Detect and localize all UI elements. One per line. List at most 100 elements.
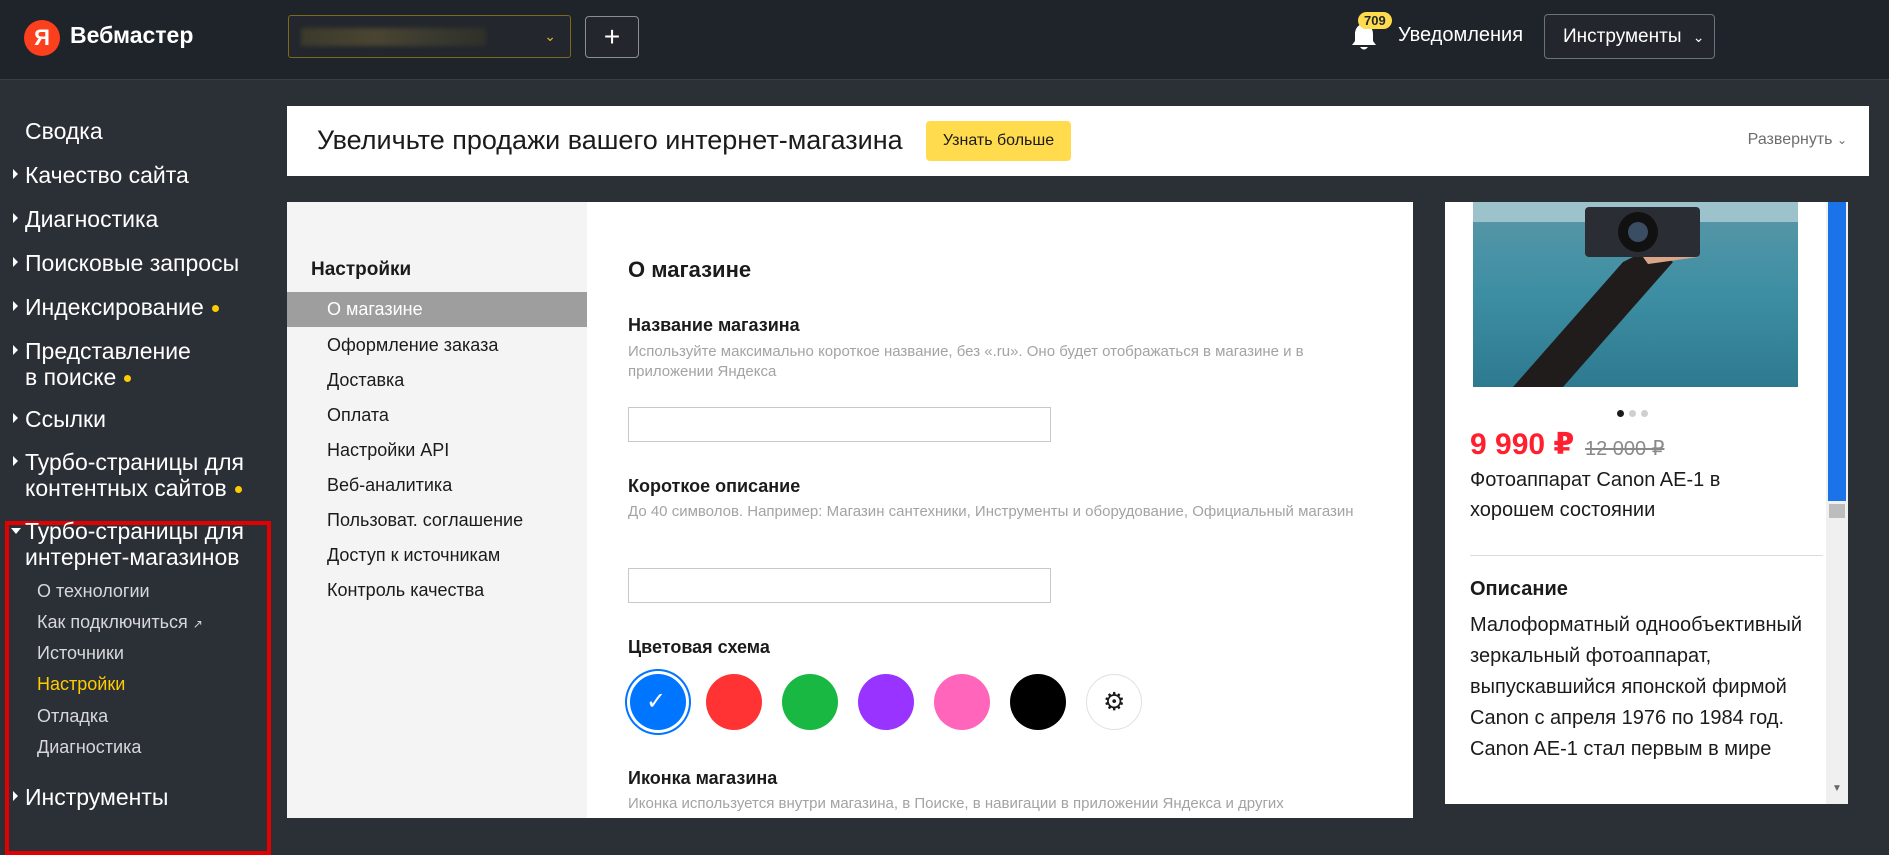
scroll-down-icon[interactable]: ▼	[1832, 783, 1842, 794]
short-desc-hint: До 40 символов. Например: Магазин сантех…	[628, 503, 1354, 520]
sidebar-sub-settings[interactable]: Настройки	[37, 674, 125, 695]
tools-button[interactable]: Инструменты ⌄	[1544, 14, 1715, 59]
sidebar-sub-debug[interactable]: Отладка	[37, 706, 108, 727]
sidebar-item-label: Инструменты	[25, 784, 169, 810]
caret-right-icon	[13, 791, 18, 801]
settings-nav-item-agreement[interactable]: Пользоват. соглашение	[327, 510, 523, 531]
promo-text: Увеличьте продажи вашего интернет-магази…	[317, 125, 903, 155]
color-swatch-red[interactable]	[706, 674, 762, 730]
sidebar-item-label: Диагностика	[25, 206, 159, 232]
expand-link[interactable]: Развернуть ⌄	[1748, 131, 1847, 149]
sidebar-item-turbo-shops[interactable]: Турбо-страницы для интернет-магазинов	[11, 518, 244, 570]
notifications-badge: 709	[1358, 12, 1392, 29]
notice-dot	[234, 486, 242, 494]
sidebar-sub-connect[interactable]: Как подключиться ↗	[37, 612, 203, 633]
sidebar-item-search-appearance[interactable]: Представление в поиске	[13, 338, 191, 390]
caret-right-icon	[13, 257, 18, 267]
sidebar-item-tools[interactable]: Инструменты	[13, 784, 169, 810]
sidebar-item-label: контентных сайтов	[25, 475, 227, 501]
color-swatch-blue[interactable]: ✓	[630, 674, 686, 730]
sidebar-item-label: Турбо-страницы для	[25, 449, 244, 475]
sidebar-item-label: Качество сайта	[25, 162, 189, 188]
expand-label: Развернуть	[1747, 131, 1833, 148]
sidebar-item-label: Представление	[25, 338, 191, 364]
sidebar-item-label: Поисковые запросы	[25, 250, 240, 276]
settings-nav-title: Настройки	[311, 259, 412, 280]
color-swatch-green[interactable]	[782, 674, 838, 730]
shop-name-hint: Используйте максимально короткое названи…	[628, 343, 1304, 380]
divider	[1470, 555, 1823, 556]
settings-nav-item-about[interactable]: О магазине	[287, 292, 587, 327]
sidebar-item-label: Сводка	[25, 118, 103, 144]
learn-more-button[interactable]: Узнать больше	[926, 121, 1071, 161]
settings-nav-label: О магазине	[327, 299, 423, 319]
brand-title[interactable]: Вебмастер	[70, 22, 193, 49]
shop-icon-hint: Иконка используется внутри магазина, в П…	[628, 795, 1284, 812]
settings-nav-item-analytics[interactable]: Веб-аналитика	[327, 475, 452, 496]
sidebar-item-search-queries[interactable]: Поисковые запросы	[13, 250, 240, 276]
notice-dot	[211, 305, 219, 313]
caret-right-icon	[13, 413, 18, 423]
chevron-down-icon: ⌄	[1836, 133, 1847, 147]
color-swatch-pink[interactable]	[934, 674, 990, 730]
form-title: О магазине	[628, 257, 752, 282]
product-price: 9 990 ₽	[1470, 428, 1575, 461]
settings-nav-item-source-access[interactable]: Доступ к источникам	[327, 545, 500, 566]
settings-nav-item-checkout[interactable]: Оформление заказа	[327, 335, 498, 356]
shop-name-input[interactable]	[628, 407, 1051, 442]
settings-panel: Настройки О магазине Оформление заказа Д…	[287, 202, 1413, 818]
product-name[interactable]: Фотоаппарат Canon AE-1 в хорошем состоян…	[1470, 465, 1770, 525]
shop-preview: 9 990 ₽ 12 000 ₽ Фотоаппарат Canon AE-1 …	[1445, 202, 1848, 804]
caret-down-icon	[11, 528, 21, 534]
promo-banner: Увеличьте продажи вашего интернет-магази…	[287, 106, 1869, 176]
notice-dot	[124, 375, 132, 383]
sidebar-item-label: Индексирование	[25, 294, 204, 320]
custom-color-button[interactable]: ⚙	[1086, 674, 1142, 730]
sidebar-item-label: в поиске	[25, 364, 117, 390]
chevron-down-icon: ⌄	[544, 28, 556, 44]
product-photo[interactable]	[1473, 202, 1798, 387]
chevron-down-icon: ⌄	[1692, 29, 1705, 45]
color-swatch-purple[interactable]	[858, 674, 914, 730]
settings-nav: Настройки О магазине Оформление заказа Д…	[287, 202, 587, 818]
description-title: Описание	[1470, 578, 1568, 600]
notifications-link[interactable]: Уведомления	[1398, 24, 1523, 47]
sidebar-sub-sources[interactable]: Источники	[37, 643, 124, 664]
sidebar-sub-diagnostics[interactable]: Диагностика	[37, 737, 141, 758]
sidebar-item-summary[interactable]: Сводка	[25, 118, 103, 144]
product-description: Малоформатный однообъективный зеркальный…	[1470, 610, 1825, 765]
yandex-logo[interactable]: Я	[24, 20, 60, 56]
external-link-icon: ↗	[192, 617, 203, 631]
shop-name-label: Название магазина	[628, 315, 800, 335]
color-swatch-black[interactable]	[1010, 674, 1066, 730]
settings-nav-item-api[interactable]: Настройки API	[327, 440, 449, 461]
settings-nav-item-payment[interactable]: Оплата	[327, 405, 389, 426]
gear-icon: ⚙	[1103, 688, 1126, 716]
short-desc-input[interactable]	[628, 568, 1051, 603]
color-scheme-label: Цветовая схема	[628, 637, 770, 657]
scrollbar-marker	[1829, 504, 1845, 518]
shop-icon-label: Иконка магазина	[628, 768, 778, 788]
site-select[interactable]: ⌄	[288, 15, 571, 58]
sidebar-sub-label: Как подключиться	[37, 612, 188, 632]
settings-nav-item-delivery[interactable]: Доставка	[327, 370, 404, 391]
carousel-dots[interactable]	[1617, 404, 1653, 422]
sidebar-item-indexing[interactable]: Индексирование	[13, 294, 219, 320]
sidebar-sub-about[interactable]: О технологии	[37, 581, 150, 602]
top-bar: Я Вебмастер ⌄ + 709 Уведомления Инструме…	[0, 0, 1889, 80]
sidebar-item-diagnostics[interactable]: Диагностика	[13, 206, 159, 232]
sidebar-nav: Сводка Качество сайта Диагностика Поиско…	[0, 80, 280, 855]
caret-right-icon	[13, 301, 18, 311]
caret-right-icon	[13, 456, 18, 466]
sidebar-item-site-quality[interactable]: Качество сайта	[13, 162, 189, 188]
scrollbar-thumb[interactable]	[1828, 202, 1846, 501]
caret-right-icon	[13, 345, 18, 355]
add-site-button[interactable]: +	[585, 16, 639, 58]
description-text: Canon AE-1 стал первым в мире	[1470, 738, 1772, 760]
sidebar-item-label: Ссылки	[25, 406, 106, 432]
caret-right-icon	[13, 213, 18, 223]
sidebar-item-turbo-content[interactable]: Турбо-страницы для контентных сайтов	[13, 449, 244, 501]
tools-label: Инструменты	[1563, 26, 1682, 47]
sidebar-item-links[interactable]: Ссылки	[13, 406, 106, 432]
settings-nav-item-quality[interactable]: Контроль качества	[327, 580, 484, 601]
